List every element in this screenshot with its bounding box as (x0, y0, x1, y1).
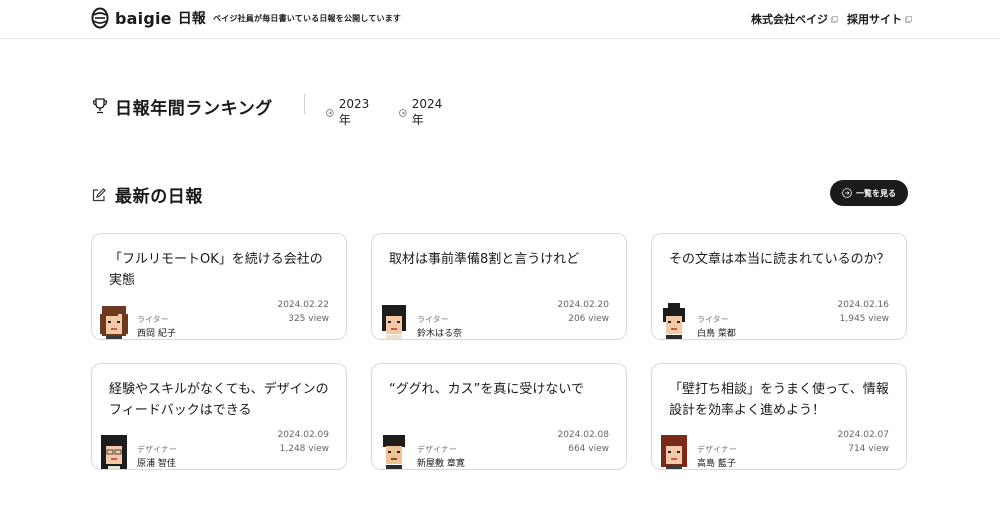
external-link-icon (905, 15, 912, 23)
report-date: 2024.02.08 (557, 430, 609, 440)
ranking-year-2023-link[interactable]: 2023年 (326, 97, 372, 128)
edit-icon (92, 187, 106, 201)
ranking-year-label: 2024年 (411, 97, 443, 127)
corporate-site-link[interactable]: 株式会社ベイジ (751, 11, 838, 27)
see-all-label: 一覧を見る (856, 188, 896, 198)
report-card[interactable]: 経験やスキルがなくても、デザインのフィードバックはできる 2024.02.09 … (91, 363, 347, 470)
report-card[interactable]: 「壁打ち相談」をうまく使って、情報設計を効率よく進めよう！ 2024.02.07… (651, 363, 907, 470)
author-name: 新屋敷 章寛 (417, 459, 465, 469)
author-avatar (661, 435, 687, 469)
baigie-logo-icon (91, 7, 109, 29)
report-view-count: 206 view (568, 314, 609, 324)
author-name: 西岡 紀子 (137, 329, 176, 339)
report-view-count: 714 view (848, 444, 889, 454)
report-title: 経験やスキルがなくても、デザインのフィードバックはできる (109, 382, 329, 418)
author-role: ライター (697, 315, 729, 324)
report-date: 2024.02.22 (277, 300, 329, 310)
author-avatar (663, 303, 685, 339)
report-view-count: 664 view (568, 444, 609, 454)
report-date: 2024.02.16 (837, 300, 889, 310)
report-title: その文章は本当に読まれているのか？ (669, 252, 890, 267)
arrow-right-circle-icon (326, 108, 334, 117)
author-name: 原浦 智佳 (137, 459, 176, 469)
report-view-count: 1,945 view (839, 314, 889, 324)
report-title: 「壁打ち相談」をうまく使って、情報設計を効率よく進めよう！ (669, 382, 889, 418)
report-date: 2024.02.09 (277, 430, 329, 440)
trophy-icon (92, 98, 108, 114)
report-view-count: 1,248 view (279, 444, 329, 454)
arrow-right-circle-icon (399, 108, 407, 117)
logo-wordmark: baigie (115, 8, 172, 28)
report-card[interactable]: その文章は本当に読まれているのか？ 2024.02.16 1,945 view … (651, 233, 907, 340)
author-role: デザイナー (697, 445, 737, 454)
report-card[interactable]: 取材は事前準備8割と言うけれど 2024.02.20 206 view ライター… (371, 233, 627, 340)
author-avatar (382, 305, 406, 339)
site-tagline: ベイジ社員が毎日書いている日報を公開しています (213, 14, 402, 23)
author-name: 高島 藍子 (697, 459, 736, 469)
see-all-button[interactable]: 一覧を見る (830, 180, 908, 206)
author-name: 鈴木はる奈 (417, 329, 463, 339)
report-date: 2024.02.07 (837, 430, 889, 440)
author-role: デザイナー (417, 445, 457, 454)
report-card[interactable]: “ググれ、カス”を真に受けないで 2024.02.08 664 view デザイ… (371, 363, 627, 470)
author-role: デザイナー (137, 445, 177, 454)
report-view-count: 325 view (288, 314, 329, 324)
divider (304, 94, 305, 114)
report-title: 取材は事前準備8割と言うけれど (389, 252, 580, 267)
recruit-site-link[interactable]: 採用サイト (847, 11, 912, 27)
site-logo[interactable]: baigie 日報 (91, 7, 206, 29)
report-date: 2024.02.20 (557, 300, 609, 310)
latest-reports-heading: 最新の日報 (91, 182, 203, 207)
corporate-site-label: 株式会社ベイジ (751, 13, 828, 26)
report-card[interactable]: 「フルリモートOK」を続ける会社の実態 2024.02.22 325 view … (91, 233, 347, 340)
arrow-right-circle-icon (842, 188, 852, 198)
logo-subtitle: 日報 (177, 11, 206, 27)
recruit-site-label: 採用サイト (847, 13, 902, 26)
author-avatar (101, 435, 127, 469)
external-link-icon (831, 15, 838, 23)
ranking-year-2024-link[interactable]: 2024年 (399, 97, 445, 128)
author-name: 白鳥 菜都 (697, 329, 736, 339)
ranking-title: 日報年間ランキング (115, 98, 273, 119)
site-header: baigie 日報 ベイジ社員が毎日書いている日報を公開しています 株式会社ベイ… (0, 0, 1000, 39)
author-avatar (383, 435, 405, 469)
author-role: ライター (417, 315, 449, 324)
ranking-year-label: 2023年 (338, 97, 370, 127)
report-title: “ググれ、カス”を真に受けないで (389, 382, 584, 397)
report-title: 「フルリモートOK」を続ける会社の実態 (109, 252, 323, 288)
latest-reports-title: 最新の日報 (115, 187, 203, 207)
author-avatar (100, 306, 128, 339)
annual-ranking-section: 日報年間ランキング 2023年 2024年 (91, 94, 442, 127)
author-role: ライター (137, 315, 169, 324)
